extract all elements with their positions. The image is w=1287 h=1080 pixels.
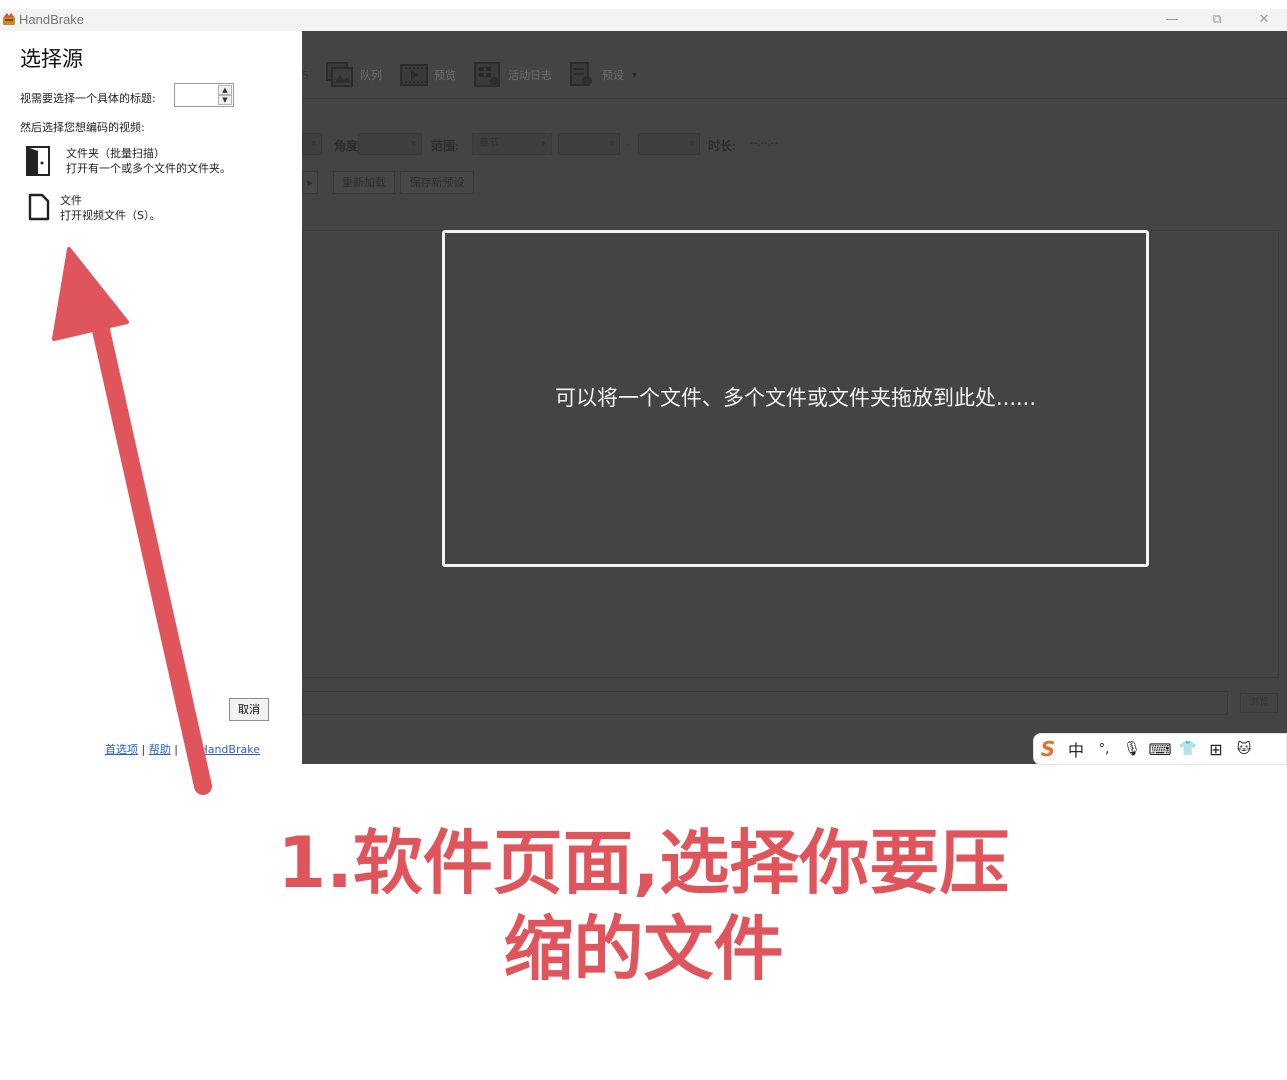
- file-icon: [28, 193, 50, 221]
- link-separator: |: [141, 743, 146, 756]
- duration-label: 时长:: [708, 139, 736, 153]
- queue-label: 队列: [360, 70, 382, 82]
- ime-punctuation-toggle[interactable]: °,: [1090, 742, 1118, 757]
- presets-dropdown-icon[interactable]: ▾: [632, 70, 637, 81]
- file-option-title: 文件: [60, 194, 82, 207]
- sogou-logo-icon[interactable]: S: [1034, 737, 1062, 761]
- ime-toolbar: S 中 °, 🎙 ⌨ 👕 ⊞ 🐱: [1033, 733, 1287, 765]
- restore-button[interactable]: ⧉: [1202, 10, 1232, 30]
- angle-label: 角度: [334, 139, 359, 153]
- range-label: 范围:: [431, 139, 459, 153]
- panel-footer-links: 首选项 | 帮助 | HandBrake: [105, 741, 260, 757]
- mascot-icon[interactable]: 🐱: [1230, 741, 1258, 757]
- cancel-button[interactable]: 取消: [229, 698, 269, 721]
- spinner-up-icon[interactable]: ▲: [218, 85, 232, 95]
- folder-source-option[interactable]: 文件夹（批量扫描） 打开有一个或多个文件的文件夹。: [24, 146, 231, 176]
- save-new-preset-button[interactable]: 保存新预设: [400, 171, 474, 194]
- angle-select[interactable]: [358, 133, 422, 155]
- reload-button[interactable]: 重新加载: [333, 171, 395, 194]
- help-link[interactable]: 帮助: [149, 743, 171, 756]
- title-combo-partial[interactable]: [302, 133, 322, 155]
- folder-icon: [26, 146, 50, 176]
- tutorial-caption: 1.软件页面,选择你要压 缩的文件: [0, 820, 1287, 992]
- play-button-partial[interactable]: ▸: [302, 171, 318, 194]
- panel-title: 选择源: [20, 47, 83, 71]
- activity-log-label: 活动日志: [508, 70, 552, 82]
- main-window: 5 队列 预览 活动日志 预设 ▾ ▾ 角度 ▾ 范围: 章节 ▾ ▾ - ▾ …: [302, 31, 1287, 764]
- queue-button[interactable]: 队列: [326, 61, 382, 89]
- about-handbrake-link[interactable]: HandBrake: [199, 743, 260, 756]
- queue-icon: [326, 62, 353, 87]
- presets-icon: [570, 62, 592, 86]
- toolbar-divider: [302, 98, 1287, 99]
- file-option-desc: 打开视频文件（S）。: [60, 209, 161, 222]
- presets-label: 预设: [602, 70, 624, 82]
- presets-button[interactable]: 预设 ▾: [568, 61, 637, 89]
- keyboard-icon[interactable]: ⌨: [1146, 740, 1174, 759]
- link-separator: |: [174, 743, 178, 756]
- title-select-label: 视需要选择一个具体的标题:: [20, 92, 156, 105]
- microphone-icon[interactable]: 🎙: [1118, 741, 1146, 757]
- drop-zone-text: 可以将一个文件、多个文件或文件夹拖放到此处......: [554, 385, 1037, 410]
- range-start-select[interactable]: [558, 133, 620, 155]
- destination-input[interactable]: [302, 691, 1228, 715]
- range-separator: -: [626, 137, 630, 151]
- source-selection-panel: 选择源 视需要选择一个具体的标题: ▲ ▼ 然后选择您想编码的视频: 文件夹（批…: [0, 31, 302, 764]
- window-title: HandBrake: [19, 12, 85, 27]
- preferences-link[interactable]: 首选项: [105, 743, 138, 756]
- range-end-select[interactable]: [638, 133, 700, 155]
- title-bar: HandBrake — ⧉ ✕: [0, 9, 1287, 31]
- preview-film-icon: [400, 64, 428, 86]
- preview-label: 预览: [434, 70, 456, 82]
- minimize-button[interactable]: —: [1157, 10, 1187, 30]
- then-choose-label: 然后选择您想编码的视频:: [20, 121, 145, 134]
- caption-line-1: 1.软件页面,选择你要压: [277, 822, 1010, 904]
- title-number-spinner[interactable]: ▲ ▼: [174, 83, 234, 107]
- drop-zone[interactable]: 可以将一个文件、多个文件或文件夹拖放到此处......: [442, 230, 1149, 567]
- spinner-down-icon[interactable]: ▼: [218, 95, 232, 105]
- browse-button[interactable]: 浏览: [1240, 693, 1278, 713]
- ime-language-toggle[interactable]: 中: [1062, 737, 1090, 761]
- folder-option-title: 文件夹（批量扫描）: [66, 147, 165, 160]
- skin-icon[interactable]: 👕: [1174, 741, 1202, 757]
- handbrake-logo-icon: [3, 13, 15, 25]
- toolbar-partial-label: 5: [302, 69, 309, 82]
- folder-option-desc: 打开有一个或多个文件的文件夹。: [66, 162, 231, 175]
- preview-button[interactable]: 预览: [400, 61, 456, 89]
- activity-log-button[interactable]: 活动日志: [474, 61, 552, 89]
- close-button[interactable]: ✕: [1249, 10, 1279, 30]
- duration-value: --:--:--: [750, 137, 779, 149]
- file-source-option[interactable]: 文件 打开视频文件（S）。: [28, 193, 160, 223]
- activity-log-icon: [474, 62, 500, 87]
- toolbox-grid-icon[interactable]: ⊞: [1202, 740, 1230, 759]
- caption-line-2: 缩的文件: [503, 908, 784, 990]
- range-type-select[interactable]: 章节: [472, 133, 552, 155]
